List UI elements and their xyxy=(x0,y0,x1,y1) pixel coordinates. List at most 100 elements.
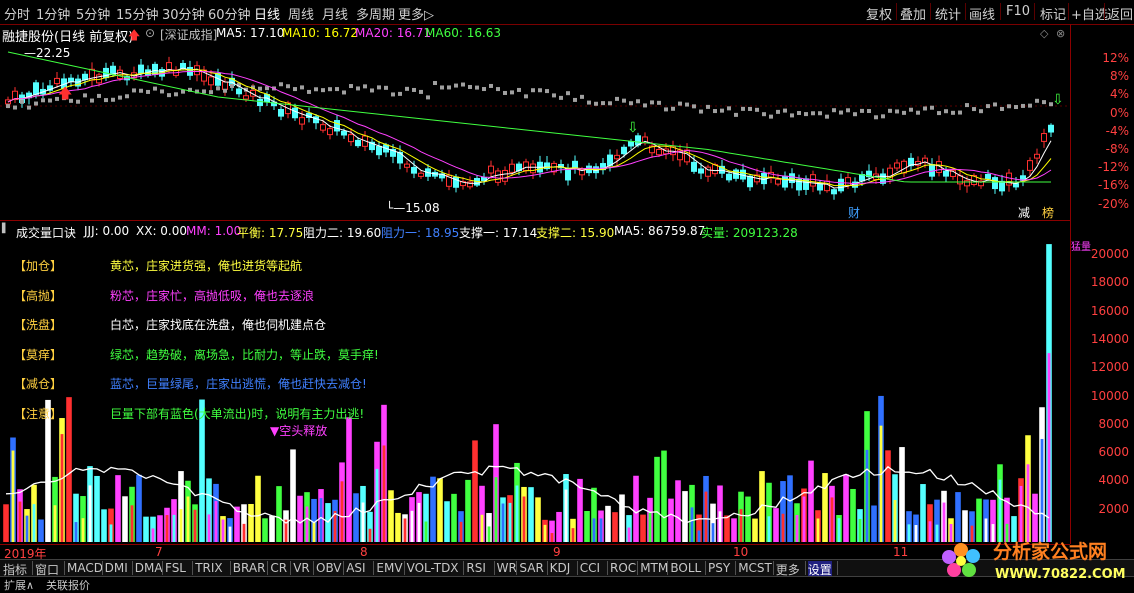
candle[interactable] xyxy=(607,154,613,166)
candle[interactable] xyxy=(502,169,508,182)
indicator-tab[interactable]: TRIX xyxy=(195,561,222,575)
indicator-tab[interactable]: RSI xyxy=(466,561,486,575)
candle[interactable] xyxy=(82,73,88,81)
volume-bar[interactable] xyxy=(143,516,149,542)
period-tab-15min[interactable]: 15分钟 xyxy=(116,4,159,23)
candle[interactable] xyxy=(845,177,851,187)
volume-bar[interactable] xyxy=(276,486,282,542)
volume-bar[interactable] xyxy=(115,475,121,542)
related-quotes-tab[interactable]: 关联报价 xyxy=(46,577,90,593)
candle[interactable] xyxy=(54,77,60,85)
sell-arrow-icon[interactable]: ⇩ xyxy=(1052,92,1064,108)
panel-handle-icon[interactable]: ▌ xyxy=(2,224,9,234)
volume-bar[interactable] xyxy=(297,495,303,542)
candle[interactable] xyxy=(1048,124,1054,133)
stats-button[interactable]: 统计 xyxy=(935,4,961,23)
f10-button[interactable]: F10 xyxy=(1006,4,1030,19)
candle[interactable] xyxy=(530,163,536,174)
indicator-tab[interactable]: MACD xyxy=(67,561,103,575)
candle[interactable] xyxy=(999,180,1005,192)
volume-bar[interactable] xyxy=(444,501,450,542)
volume-bar[interactable] xyxy=(668,498,674,542)
period-tab-60min[interactable]: 60分钟 xyxy=(208,4,251,23)
candle[interactable] xyxy=(278,108,284,117)
candle[interactable] xyxy=(243,95,249,100)
candle[interactable] xyxy=(222,81,228,90)
volume-bar[interactable] xyxy=(899,447,905,542)
candle[interactable] xyxy=(376,145,382,156)
candle[interactable] xyxy=(810,174,816,187)
candle[interactable] xyxy=(334,120,340,132)
candle[interactable] xyxy=(5,99,11,105)
sell-arrow-icon[interactable]: ⇩ xyxy=(627,120,639,136)
volume-bar[interactable] xyxy=(675,480,681,542)
candle[interactable] xyxy=(33,82,39,95)
volume-bar[interactable] xyxy=(66,397,72,542)
candle[interactable] xyxy=(292,107,298,119)
candle[interactable] xyxy=(901,160,907,174)
candlestick-chart[interactable]: —22.25 └—15.08 🡅 ⇩ ⇩ 财 减榜 xyxy=(0,42,1070,220)
period-tab-daily[interactable]: 日线 xyxy=(254,4,280,23)
indicator-tab[interactable]: VR xyxy=(293,561,310,575)
candle[interactable] xyxy=(726,173,732,181)
candle[interactable] xyxy=(523,161,529,172)
volume-bar[interactable] xyxy=(395,512,401,542)
add-watchlist-button[interactable]: +自选 xyxy=(1071,4,1108,23)
indicator-tab[interactable]: CCI xyxy=(580,561,600,575)
candle[interactable] xyxy=(628,141,634,147)
period-tab-more[interactable]: 更多▷ xyxy=(398,4,434,23)
volume-bar[interactable] xyxy=(528,487,534,542)
candle[interactable] xyxy=(404,163,410,168)
candle[interactable] xyxy=(418,172,424,177)
volume-bar[interactable] xyxy=(122,496,128,542)
candle[interactable] xyxy=(621,146,627,155)
volume-bar[interactable] xyxy=(465,479,471,542)
candle[interactable] xyxy=(656,148,662,156)
volume-bar[interactable] xyxy=(808,460,814,542)
volume-bar[interactable] xyxy=(262,518,268,542)
candle[interactable] xyxy=(894,162,900,169)
close-icon[interactable]: ⊗ xyxy=(1056,27,1065,40)
volume-bar[interactable] xyxy=(731,518,737,542)
volume-bar[interactable] xyxy=(682,491,688,542)
candle[interactable] xyxy=(992,177,998,190)
settings-icon[interactable]: ◇ xyxy=(1040,27,1048,40)
volume-bar[interactable] xyxy=(248,503,254,542)
volume-bar[interactable] xyxy=(787,475,793,542)
indicator-tab[interactable]: MCST xyxy=(738,561,772,575)
candle[interactable] xyxy=(1013,183,1019,188)
candle[interactable] xyxy=(166,62,172,71)
volume-bar[interactable] xyxy=(605,505,611,542)
volume-bar[interactable] xyxy=(612,512,618,542)
volume-bar[interactable] xyxy=(535,497,541,542)
overlay-button[interactable]: 叠加 xyxy=(900,4,926,23)
candle[interactable] xyxy=(831,189,837,195)
volume-bar[interactable] xyxy=(752,518,758,542)
candle[interactable] xyxy=(509,163,515,173)
period-tab-multi[interactable]: 多周期 xyxy=(356,4,395,23)
volume-bar[interactable] xyxy=(38,519,44,542)
candle[interactable] xyxy=(943,170,949,177)
candle[interactable] xyxy=(341,130,347,136)
volume-bar[interactable] xyxy=(346,417,352,542)
reduce-mark[interactable]: 减 xyxy=(1018,206,1030,220)
volume-bar[interactable] xyxy=(850,488,856,542)
indicator-tab[interactable]: CR xyxy=(270,561,287,575)
indicator-tab[interactable]: OBV xyxy=(316,561,342,575)
candle[interactable] xyxy=(180,62,186,69)
candle[interactable] xyxy=(488,165,494,174)
volume-bar[interactable] xyxy=(290,449,296,542)
volume-bar[interactable] xyxy=(3,504,9,542)
period-tab-30min[interactable]: 30分钟 xyxy=(162,4,205,23)
indicator-tab[interactable]: WR xyxy=(497,561,517,575)
fuquan-button[interactable]: 复权 xyxy=(866,4,892,23)
volume-bar[interactable] xyxy=(101,509,107,542)
volume-bar[interactable] xyxy=(451,493,457,542)
indicator-tab[interactable]: FSL xyxy=(165,561,186,575)
candle[interactable] xyxy=(565,168,571,181)
volume-bar[interactable] xyxy=(619,494,625,542)
candle[interactable] xyxy=(208,76,214,86)
candle[interactable] xyxy=(411,166,417,174)
volume-bar[interactable] xyxy=(885,450,891,542)
candle[interactable] xyxy=(1027,160,1033,171)
